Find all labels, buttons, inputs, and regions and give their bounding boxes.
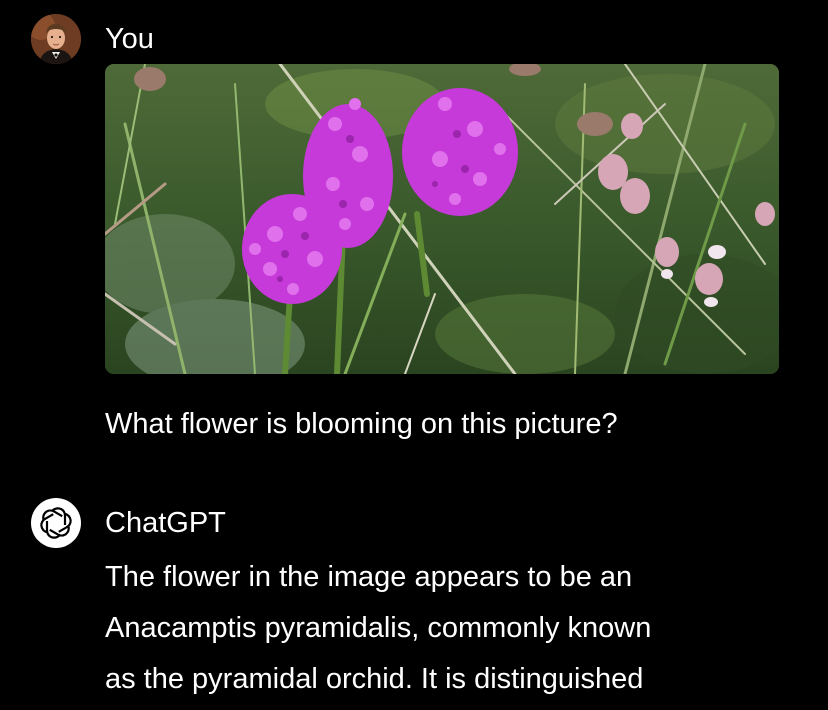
assistant-response: The flower in the image appears to be an… [105, 557, 805, 710]
response-line: Anacamptis pyramidalis, commonly known [105, 612, 652, 644]
openai-logo-icon [40, 507, 72, 539]
response-line: as the pyramidal orchid. It is distingui… [105, 663, 644, 695]
response-line: The flower in the image appears to be an [105, 561, 633, 593]
user-name: You [105, 23, 154, 55]
attached-photo[interactable] [105, 64, 779, 374]
user-avatar-photo-icon [31, 14, 81, 64]
orchid-photo-image [105, 64, 779, 374]
user-message-text: What flower is blooming on this picture? [105, 408, 618, 440]
assistant-avatar [31, 498, 81, 548]
user-avatar [31, 14, 81, 64]
assistant-name: ChatGPT [105, 507, 226, 539]
